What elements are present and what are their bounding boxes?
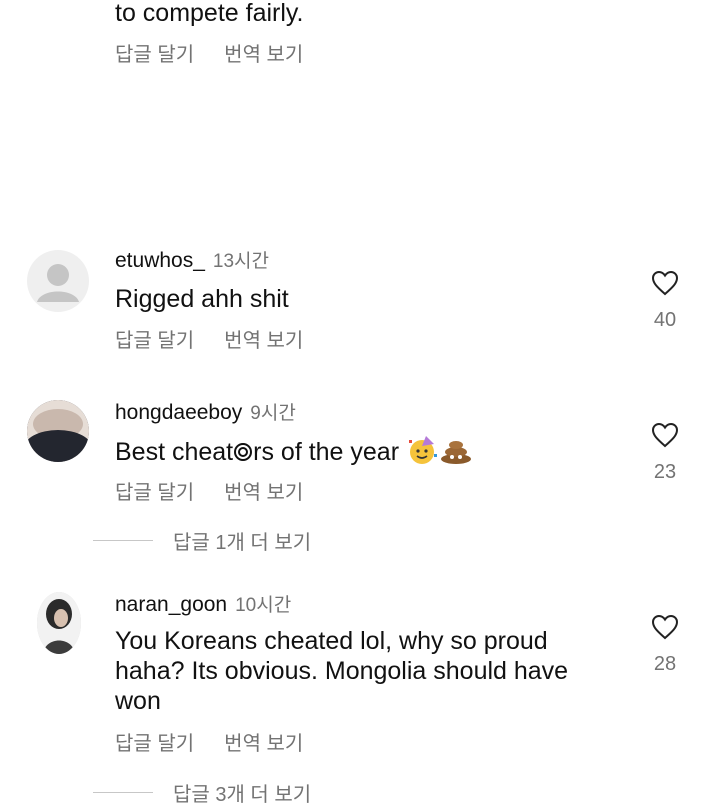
translate-button[interactable]: 번역 보기 [224,38,303,67]
like-count: 28 [653,653,677,675]
like-control: 28 [640,614,690,676]
view-more-replies[interactable]: 답글 1개 더 보기 [93,526,311,555]
like-count: 40 [653,309,677,331]
comment-header: naran_goon 10시간 [115,590,291,617]
comment-text-line: won [115,687,161,715]
comment-text: Best cheat rs of the year [115,434,472,473]
comment-header: etuwhos_ 13시간 [115,246,269,273]
comment-text: You Koreans cheated lol, why so proud ha… [115,626,568,716]
avatar[interactable] [27,250,89,312]
reply-button[interactable]: 답글 달기 [115,324,194,353]
translate-button[interactable]: 번역 보기 [224,727,303,756]
timestamp: 13시간 [212,251,270,272]
reply-button[interactable]: 답글 달기 [115,38,194,67]
username[interactable]: hongdaeeboy [115,401,242,424]
comment-actions: 답글 달기 번역 보기 [115,476,303,505]
comment-text: Rigged ahh shit [115,285,289,313]
translate-button[interactable]: 번역 보기 [224,476,303,505]
like-count: 23 [653,461,677,483]
translate-button[interactable]: 번역 보기 [224,324,303,353]
view-more-replies-label[interactable]: 답글 3개 더 보기 [173,778,311,807]
heart-icon[interactable] [651,422,679,448]
username[interactable]: etuwhos_ [115,249,205,272]
default-avatar-icon [37,264,79,302]
timestamp: 9시간 [250,403,296,424]
comment-text-tail: to compete fairly. [115,0,304,27]
comment-text-part: rs of the year [253,438,400,467]
avatar[interactable] [37,592,81,654]
like-control: 40 [640,270,690,332]
comment-text-part: Best cheat [115,438,234,467]
like-control: 23 [640,422,690,484]
comment-actions: 답글 달기 번역 보기 [115,727,303,756]
divider [93,792,153,793]
profile-photo-icon [37,592,81,654]
reply-button[interactable]: 답글 달기 [115,727,194,756]
comment-text-line: You Koreans cheated lol, why so proud [115,627,548,655]
poop-icon [440,436,472,471]
view-more-replies-label[interactable]: 답글 1개 더 보기 [173,526,311,555]
party-face-icon [406,434,440,473]
view-more-replies[interactable]: 답글 3개 더 보기 [93,778,311,807]
avatar[interactable] [27,400,89,462]
comment-actions: 답글 달기 번역 보기 [115,38,303,67]
username[interactable]: naran_goon [115,593,227,616]
heart-icon[interactable] [651,270,679,296]
profile-photo-icon [27,400,89,462]
reply-button[interactable]: 답글 달기 [115,476,194,505]
comment-actions: 답글 달기 번역 보기 [115,324,303,353]
comment-text-line: haha? Its obvious. Mongolia should have [115,657,569,685]
heart-icon[interactable] [651,614,679,640]
divider [93,540,153,541]
e-glyph-icon [233,439,253,469]
comment-header: hongdaeeboy 9시간 [115,398,296,425]
timestamp: 10시간 [235,595,292,616]
